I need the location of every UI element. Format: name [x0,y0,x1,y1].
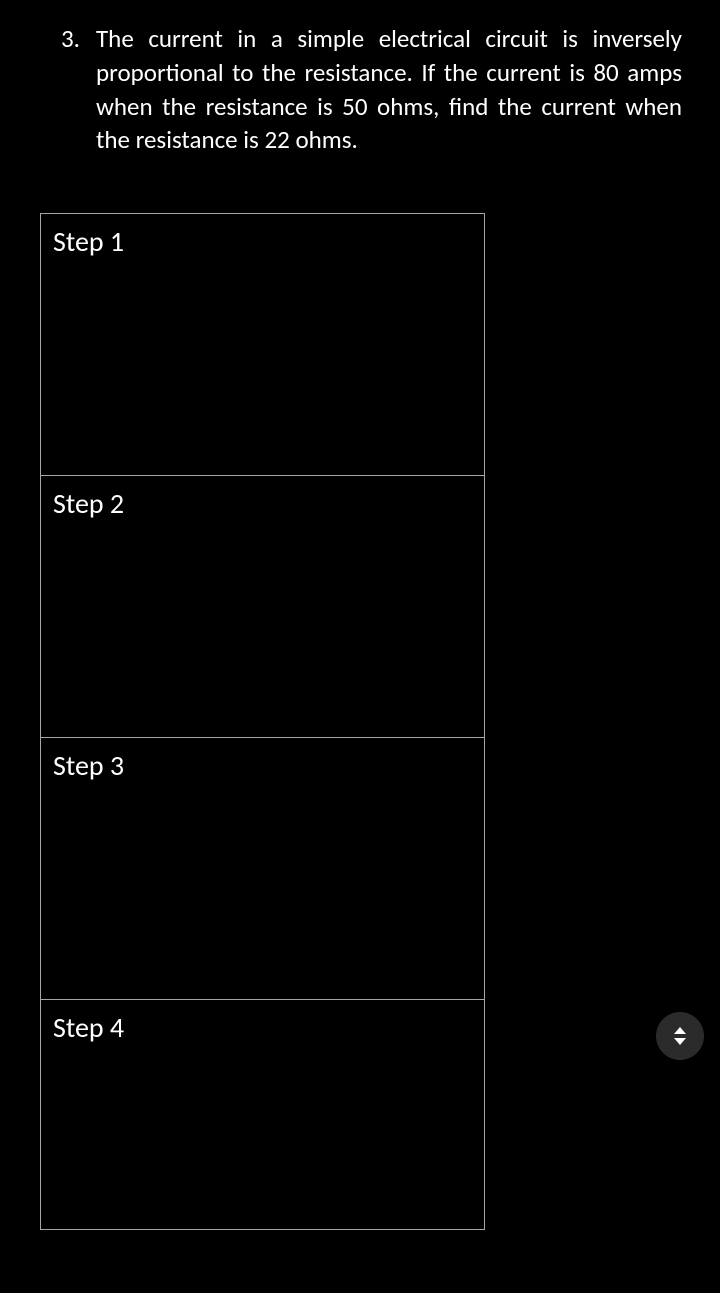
table-row: Step 3 [41,738,485,1000]
step-cell-4: Step 4 [41,1000,485,1230]
step-cell-1: Step 1 [41,214,485,476]
scroll-nav-button[interactable] [656,1012,704,1060]
table-row: Step 1 [41,214,485,476]
question-number: 3. [38,22,96,56]
table-row: Step 4 [41,1000,485,1230]
question-text: The current in a simple electrical circu… [96,22,682,157]
table-row: Step 2 [41,476,485,738]
chevron-down-icon [674,1038,686,1045]
page-content: 3. The current in a simple electrical ci… [0,0,720,1230]
step-cell-2: Step 2 [41,476,485,738]
chevron-up-icon [674,1027,686,1034]
steps-table: Step 1 Step 2 Step 3 Step 4 [40,213,485,1230]
question-block: 3. The current in a simple electrical ci… [38,22,682,157]
step-cell-3: Step 3 [41,738,485,1000]
